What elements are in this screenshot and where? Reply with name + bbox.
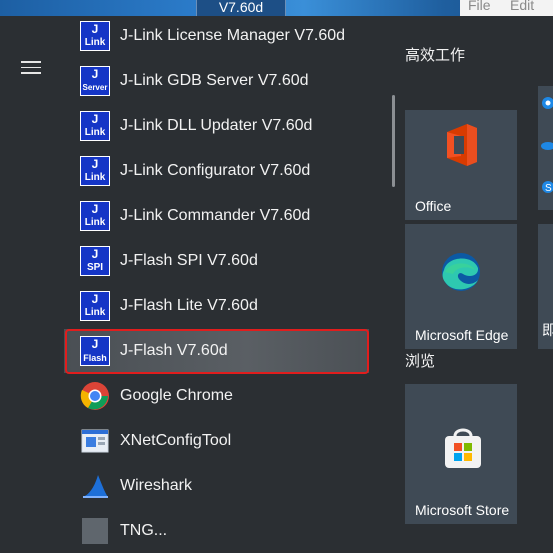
store-tile[interactable]: Microsoft Store [405, 384, 517, 524]
app-list-item-label: J-Link Commander V7.60d [120, 207, 311, 224]
app-list-item[interactable]: Wireshark [64, 464, 369, 508]
app-list-item-label: XNetConfigTool [120, 432, 232, 449]
office-icon [447, 124, 477, 166]
app-list-item[interactable]: J Server J-Link GDB Server V7.60d [64, 59, 369, 103]
edge-tile-label: Microsoft Edge [415, 327, 509, 343]
skype-icon[interactable]: S [540, 178, 553, 196]
app-list-item-label: J-Link DLL Updater V7.60d [120, 117, 313, 134]
outlook-icon[interactable] [540, 94, 553, 112]
start-left-rail [0, 16, 60, 528]
app-list-item[interactable]: J Link J-Link License Manager V7.60d [64, 14, 369, 58]
chrome-icon [80, 381, 110, 411]
wireshark-icon [80, 471, 110, 501]
app-list-item[interactable]: J Link J-Link Configurator V7.60d [64, 149, 369, 193]
office-tile[interactable]: Office [405, 110, 517, 220]
tile-group-title-productivity: 高效工作 [405, 47, 466, 64]
app-list[interactable]: J Link J-Link License Manager V7.60d J Serve… [60, 14, 395, 544]
store-icon [445, 428, 481, 468]
hamburger-menu-icon[interactable] [21, 61, 41, 75]
jlink-icon: J Link [80, 201, 110, 231]
app-list-item[interactable]: J Link J-Link Commander V7.60d [64, 194, 369, 238]
jlink-icon: J Link [80, 21, 110, 51]
app-list-item-label: Wireshark [120, 477, 193, 494]
app-list-item[interactable]: TNG... [64, 509, 369, 553]
xnetconfig-icon [80, 426, 110, 456]
app-list-item[interactable]: Google Chrome [64, 374, 369, 418]
app-list-item-label: J-Link Configurator V7.60d [120, 162, 311, 179]
app-list-item-label: J-Flash Lite V7.60d [120, 297, 258, 314]
svg-text:S: S [545, 183, 552, 194]
app-list-item-label: J-Flash SPI V7.60d [120, 252, 258, 269]
store-tile-label: Microsoft Store [415, 502, 510, 518]
office-tile-label: Office [415, 198, 452, 214]
jlink-icon: J Link [80, 156, 110, 186]
app-list-item-label: TNG... [120, 522, 168, 539]
app-list-item-label: Google Chrome [120, 387, 233, 404]
app-icon [80, 516, 110, 546]
app-list-item-label: J-Link GDB Server V7.60d [120, 72, 309, 89]
menu-file[interactable]: File [468, 0, 491, 13]
jlink-icon: J Link [80, 291, 110, 321]
cut-tile[interactable]: 即 [538, 224, 553, 349]
app-list-item-label: J-Link License Manager V7.60d [120, 27, 346, 44]
app-list-item[interactable]: J SPI J-Flash SPI V7.60d [64, 239, 369, 283]
jlink-icon: J Link [80, 111, 110, 141]
app-list-item[interactable]: XNetConfigTool [64, 419, 369, 463]
background-window-menu: File Edit [460, 0, 553, 16]
app-list-item[interactable]: J Link J-Link DLL Updater V7.60d [64, 104, 369, 148]
tiles-panel: 高效工作 Office S Microsoft Edge 即 浏览 Micros… [395, 16, 553, 528]
tile-group-title-browse: 浏览 [405, 353, 436, 370]
edge-icon [442, 253, 480, 291]
jlink-gdb-icon: J Server [80, 66, 110, 96]
cut-tile-label: 即 [542, 322, 553, 338]
menu-edit[interactable]: Edit [510, 0, 534, 13]
jflash-spi-icon: J SPI [80, 246, 110, 276]
selection-highlight-box [65, 329, 369, 374]
app-list-item[interactable]: J Link J-Flash Lite V7.60d [64, 284, 369, 328]
edge-tile[interactable]: Microsoft Edge [405, 224, 517, 349]
small-tiles-column: S [538, 86, 553, 210]
onedrive-icon[interactable] [540, 138, 553, 152]
